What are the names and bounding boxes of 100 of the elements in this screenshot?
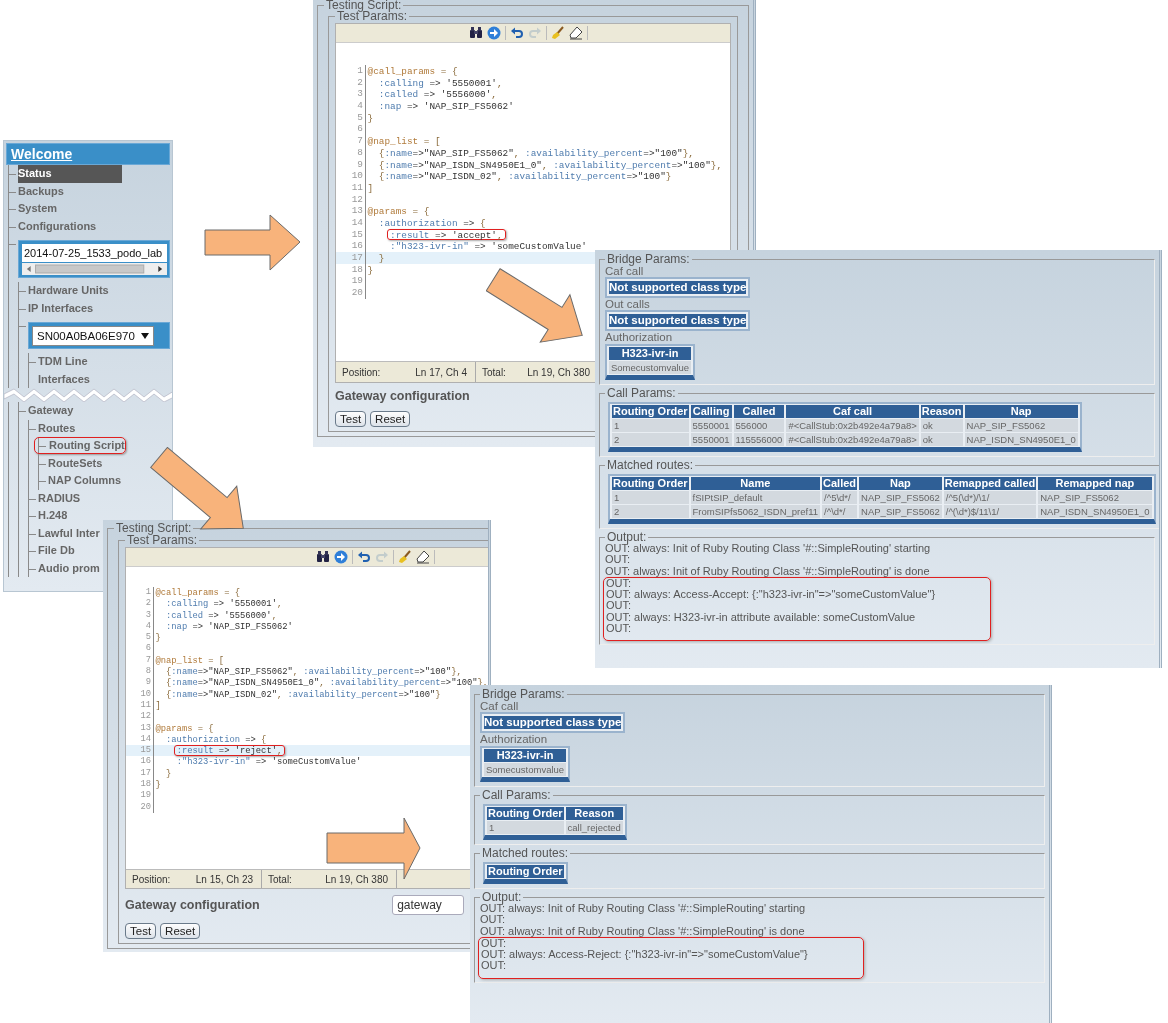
undo-icon[interactable]	[357, 550, 372, 564]
status-label: Total:	[268, 873, 292, 885]
field-label: Caf call	[480, 700, 520, 712]
output-line: OUT:	[606, 600, 633, 612]
menu-item[interactable]: Backups	[18, 182, 64, 200]
menu-item[interactable]: RADIUS	[38, 489, 81, 507]
field-label: Authorization	[480, 733, 549, 745]
menu-item[interactable]: H.248	[38, 507, 68, 525]
table-cell: Somecustomvalue	[609, 361, 692, 374]
menu-item[interactable]: Gateway	[28, 402, 74, 420]
go-arrow-icon[interactable]	[487, 26, 501, 40]
menu-item[interactable]: Routes	[38, 419, 76, 437]
action-button[interactable]: Test	[335, 411, 367, 427]
table-cell: /^\d*/	[822, 505, 858, 518]
column-header: H323-ivr-in	[609, 347, 692, 360]
section-legend: Output:	[480, 891, 524, 903]
section-legend: Call Params:	[480, 789, 553, 801]
menu-item[interactable]: IP Interfaces	[28, 299, 94, 317]
table-cell: #<CallStub:0x2b492e4a79a8>	[786, 433, 919, 446]
output-line: OUT: always: Init of Ruby Routing Class '#::SimpleRouting' is done	[480, 925, 806, 937]
section-legend: Matched routes:	[480, 847, 571, 859]
status-value: Ln 15, Ch 23	[195, 873, 253, 885]
table-cell: 5550001	[690, 433, 732, 446]
code-line: 5 }	[126, 632, 488, 644]
section-title: Gateway configuration	[335, 389, 470, 403]
table-cell: 5550001	[690, 419, 732, 432]
text-field[interactable]: gateway	[392, 895, 465, 915]
section-legend: Bridge Params:	[480, 688, 567, 700]
output-line: OUT:	[606, 577, 633, 590]
type-label: Not supported class type	[605, 277, 751, 298]
go-arrow-icon[interactable]	[334, 550, 349, 564]
eraser-icon[interactable]	[569, 26, 583, 40]
eraser-icon[interactable]	[416, 550, 431, 564]
action-button[interactable]: Test	[125, 923, 157, 939]
scrollbar[interactable]	[22, 263, 167, 275]
welcome-link[interactable]: Welcome	[6, 143, 170, 165]
table-cell: 2	[612, 433, 689, 446]
column-header: Routing Order	[612, 405, 689, 418]
menu-item[interactable]: Configurations	[18, 217, 97, 235]
table-cell: Somecustomvalue	[484, 763, 567, 776]
output-line: OUT:	[606, 623, 633, 635]
binoculars-icon[interactable]	[469, 26, 483, 40]
table-cell: 115556000	[733, 433, 785, 446]
device-dropdown[interactable]: SN00A0BA06E970	[32, 326, 154, 346]
caret-icon[interactable]	[140, 333, 149, 339]
table-cell: #<CallStub:0x2b492e4a79a8>	[786, 419, 919, 432]
action-button[interactable]: Reset	[160, 923, 201, 939]
section-legend: Testing Script:	[324, 0, 404, 11]
column-header: Nap	[964, 405, 1078, 418]
table-cell: NAP_SIP_FS5062	[859, 491, 942, 504]
code-line: 20	[126, 801, 488, 813]
type-label: Not supported class type	[480, 712, 626, 733]
output-line: OUT: always: Access-Reject: {:"h323-ivr-in"=>"someCustomValue"}	[481, 949, 808, 961]
broom-icon[interactable]	[551, 26, 565, 40]
table-cell: fSIPtSIP_default	[690, 491, 821, 504]
column-header: Routing Order	[612, 477, 689, 490]
menu-item[interactable]: NAP Columns	[48, 472, 122, 490]
table-cell: 1	[612, 491, 689, 504]
code-line: 3 :called => '5556000',	[126, 609, 488, 621]
menu-item[interactable]: Status	[18, 165, 122, 183]
menu-item[interactable]: System	[18, 200, 58, 218]
table-cell: ok	[920, 419, 963, 432]
menu-item[interactable]: TDM Line Interfaces	[38, 353, 142, 388]
action-button[interactable]: Reset	[370, 411, 411, 427]
menu-item[interactable]: Lawful Inter	[38, 524, 100, 542]
table-cell: call_rejected	[565, 821, 623, 834]
code-line: 9 {:name=>"NAP_ISDN_SN4950E1_0", :availability_percent=>"100"},	[336, 158, 730, 171]
code-line: 6	[126, 643, 488, 655]
configuration-listbox[interactable]: 2014-07-25_1533_podo_lab	[18, 240, 170, 278]
code-line: 13 @params = {	[336, 205, 730, 217]
status-label: Position:	[132, 873, 171, 885]
table-cell: NAP_ISDN_SN4950E1_0	[964, 433, 1078, 446]
code-line: 3 :called => '5556000',	[336, 88, 730, 101]
column-header: Called	[822, 477, 858, 490]
column-header: Calling	[690, 405, 732, 418]
menu-item[interactable]: Routing Script	[34, 437, 126, 454]
binoculars-icon[interactable]	[316, 550, 331, 564]
section-legend: Bridge Params:	[605, 253, 692, 265]
output-line: OUT: always: Init of Ruby Routing Class '#::SimpleRouting' starting	[480, 903, 807, 915]
section-legend: Matched routes:	[605, 459, 696, 471]
undo-icon[interactable]	[510, 26, 524, 40]
code-line: 7 @nap_list = [	[336, 135, 730, 147]
menu-item[interactable]: RouteSets	[48, 454, 103, 472]
code-line: 18 }	[126, 779, 488, 791]
code-line: 1 @call_params = {	[336, 65, 730, 77]
broom-icon[interactable]	[398, 550, 413, 564]
status-label: Position:	[342, 366, 381, 378]
menu-item[interactable]: File Db	[38, 542, 75, 560]
status-value: Ln 19, Ch 380	[325, 873, 388, 885]
column-header: Reason	[920, 405, 963, 418]
output-line: OUT:	[480, 914, 507, 926]
column-header: Routing Order	[487, 807, 564, 820]
status-value: Ln 17, Ch 4	[415, 366, 467, 378]
code-line: 7 @nap_list = [	[126, 654, 488, 667]
table-cell: /^5\d*/	[822, 491, 858, 504]
menu-item[interactable]: Audio prom	[38, 559, 100, 577]
code-line: 11 ]	[336, 181, 730, 194]
field-label: Authorization	[605, 331, 674, 343]
menu-item[interactable]: Hardware Units	[28, 282, 109, 300]
section-legend: Call Params:	[605, 387, 678, 399]
